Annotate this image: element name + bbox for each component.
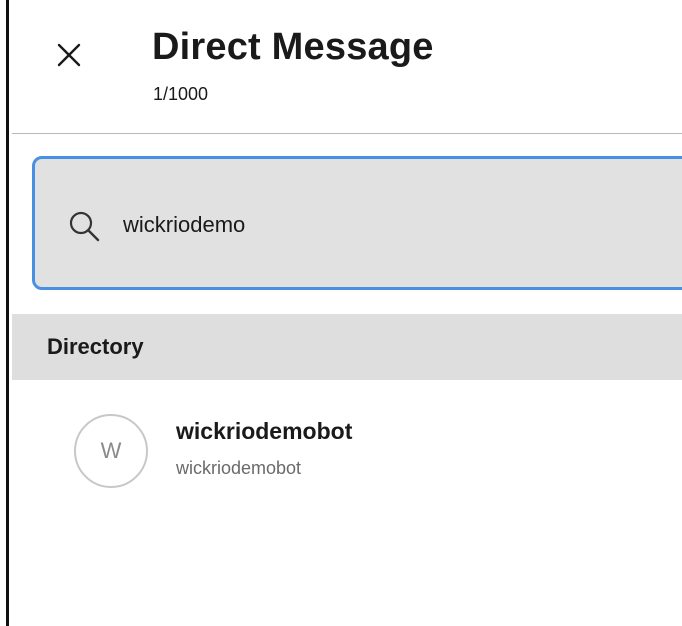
avatar-initial: W <box>100 438 122 463</box>
search-input[interactable] <box>123 205 643 245</box>
header-divider <box>12 133 682 134</box>
directory-list-item[interactable]: W wickriodemobot wickriodemobot <box>12 396 682 506</box>
avatar: W <box>74 414 148 488</box>
contact-name: wickriodemobot <box>176 418 353 444</box>
page-title: Direct Message <box>152 26 434 68</box>
close-button[interactable] <box>52 38 86 72</box>
panel-left-border <box>6 0 9 626</box>
contact-handle: wickriodemobot <box>176 458 302 478</box>
search-icon <box>69 211 100 242</box>
search-box[interactable] <box>32 156 682 290</box>
section-title: Directory <box>47 334 144 359</box>
close-icon <box>57 43 81 67</box>
directory-section-header: Directory <box>12 314 682 380</box>
recipient-count: 1/1000 <box>153 84 209 104</box>
